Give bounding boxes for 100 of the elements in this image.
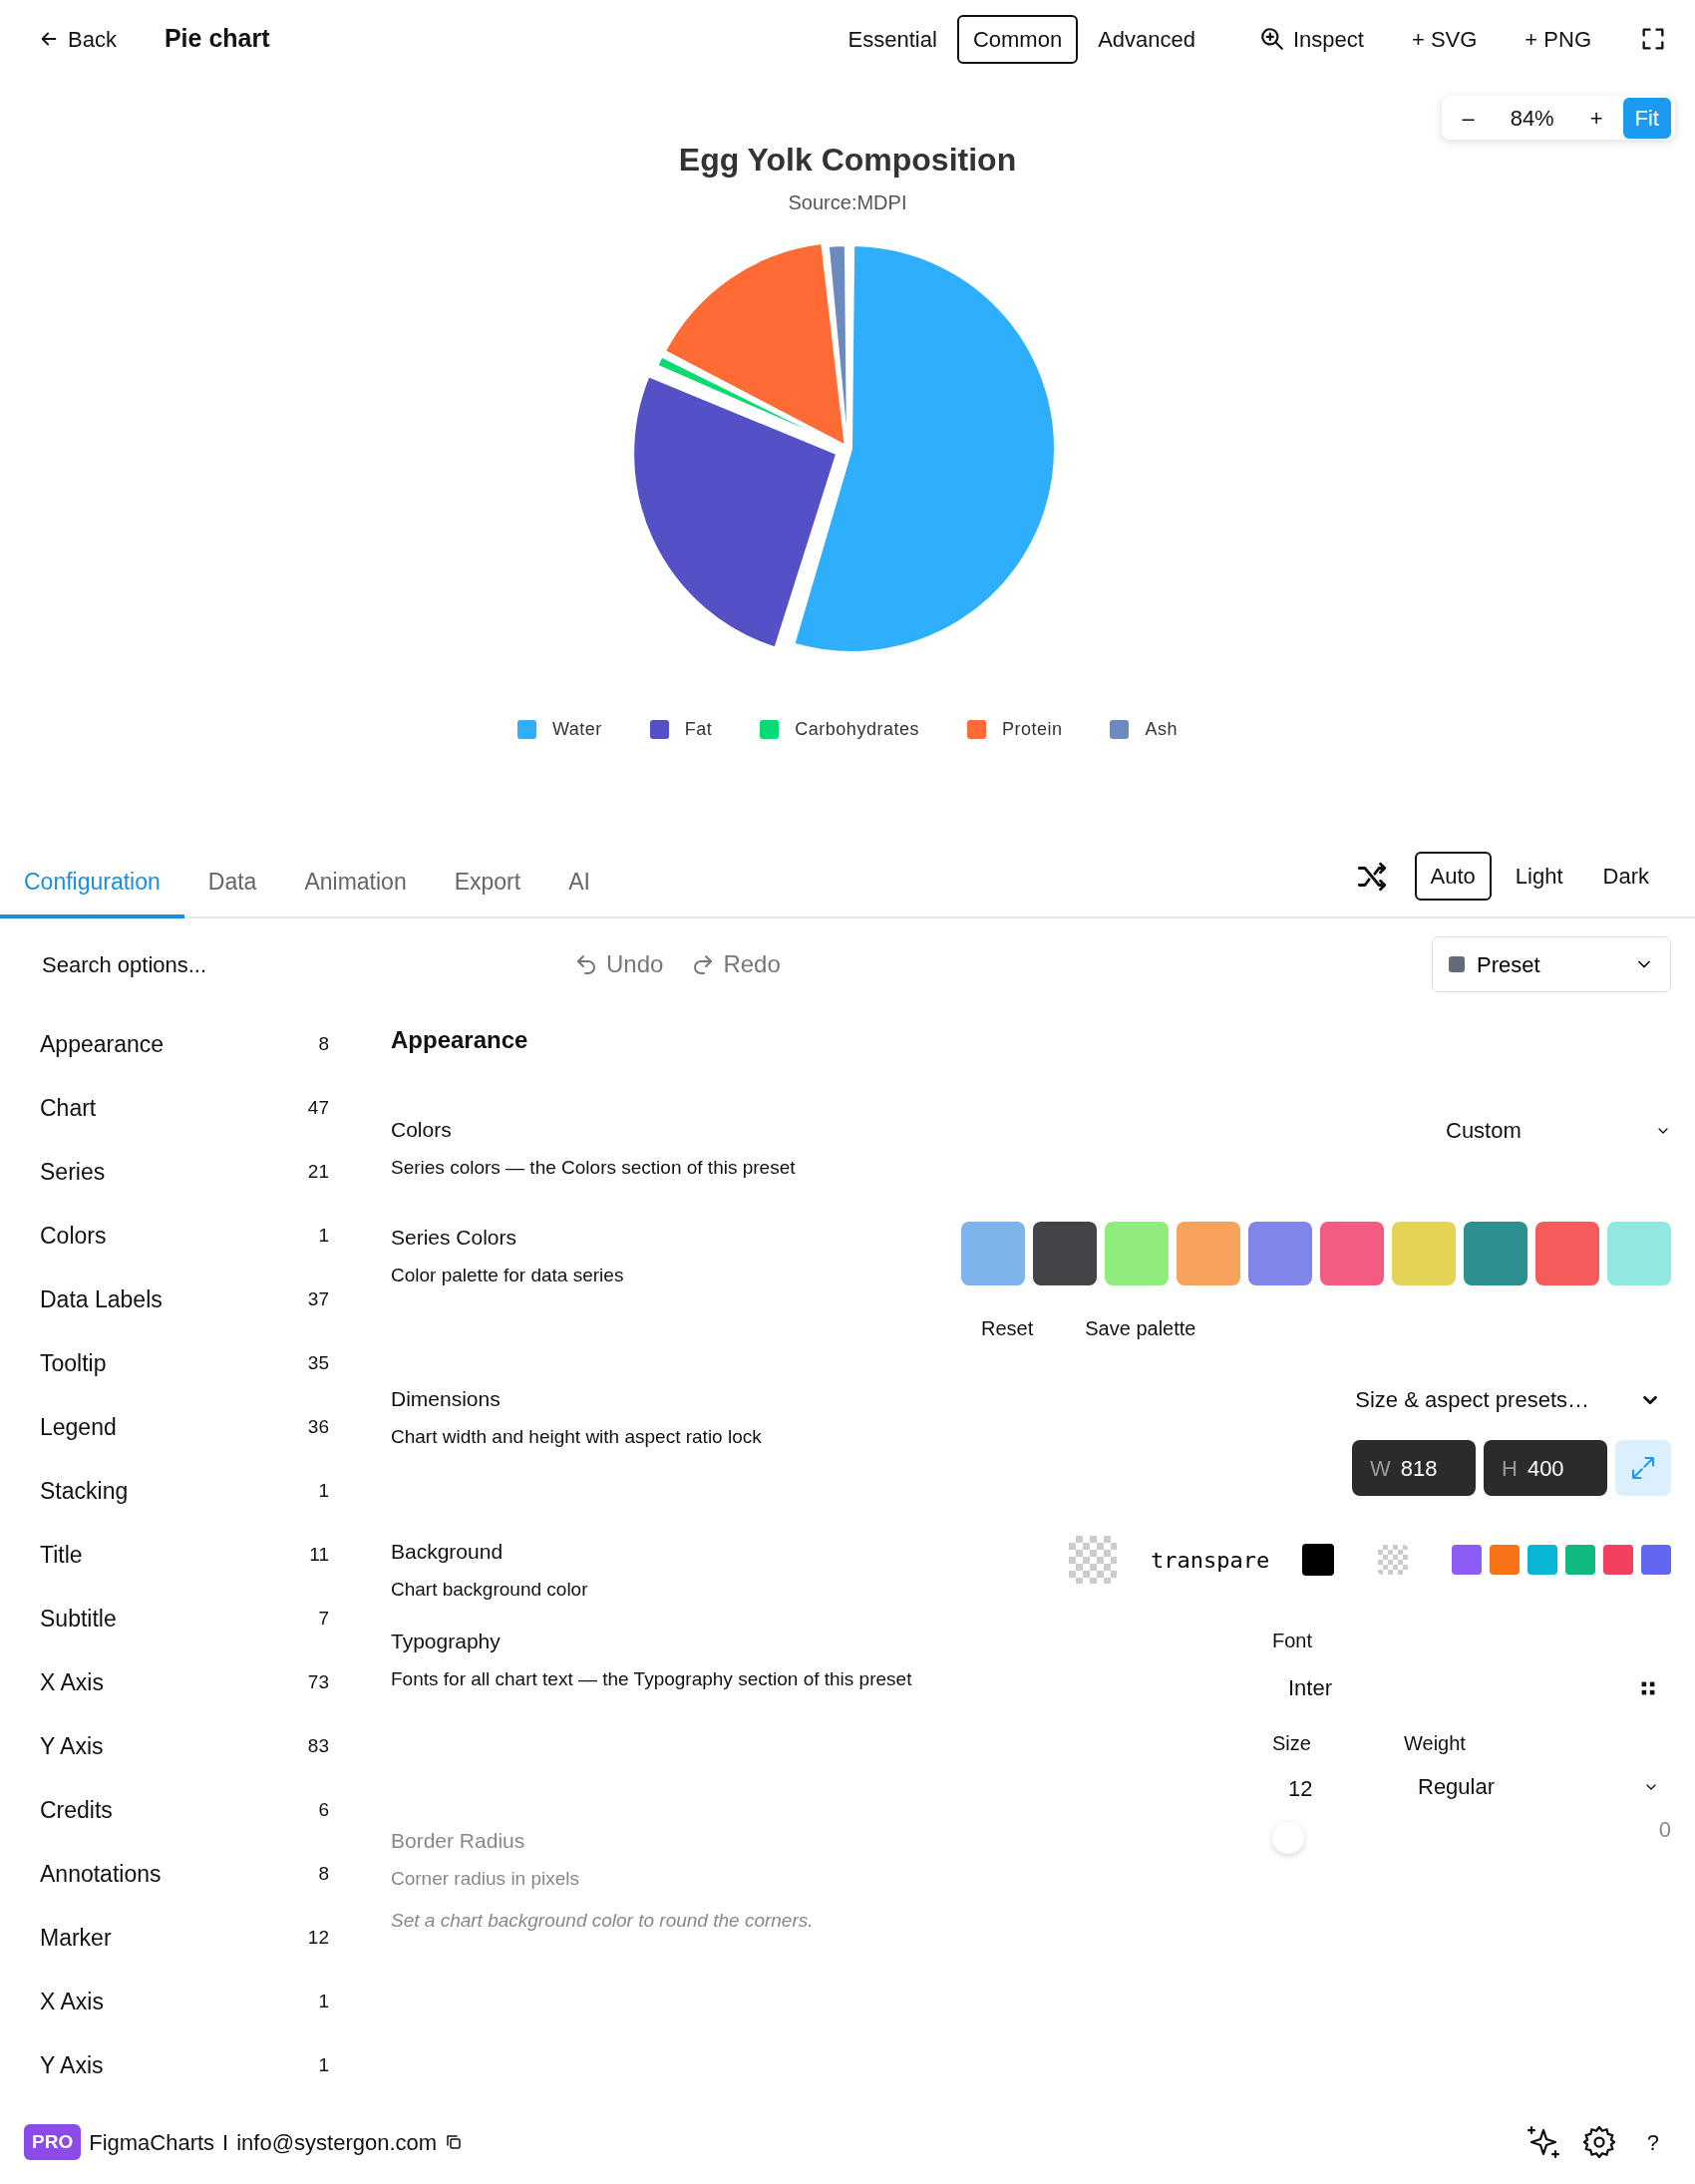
copy-icon[interactable] bbox=[445, 2133, 464, 2151]
setting-note: Set a chart background color to round the corners. bbox=[391, 1909, 814, 1933]
legend-label[interactable]: Carbohydrates bbox=[795, 716, 919, 743]
mode-tab[interactable]: Essential bbox=[832, 14, 953, 64]
aspect-lock-button[interactable] bbox=[1615, 1440, 1671, 1496]
setting-label: Background bbox=[391, 1539, 505, 1565]
zoom-in-icon bbox=[1259, 26, 1285, 52]
zoom-value: 84% bbox=[1509, 104, 1555, 133]
item-count: 8 bbox=[318, 1861, 329, 1886]
legend-label[interactable]: Ash bbox=[1145, 716, 1178, 743]
sidebar-item[interactable]: Credits 6 bbox=[40, 1778, 329, 1842]
mode-tab[interactable]: Common bbox=[956, 14, 1079, 64]
email-link[interactable]: info@systergon.com bbox=[236, 2125, 438, 2159]
sidebar-item[interactable]: Appearance 8 bbox=[40, 1012, 329, 1076]
color-swatch[interactable] bbox=[1033, 1222, 1097, 1285]
back-button[interactable]: Back bbox=[38, 22, 117, 56]
sidebar-item[interactable]: Y Axis 83 bbox=[40, 1714, 329, 1778]
help-button[interactable]: ? bbox=[1646, 2125, 1659, 2159]
setting-label: Border Radius bbox=[391, 1828, 526, 1854]
weight-dropdown[interactable]: Regular bbox=[1404, 1770, 1671, 1803]
palette-button[interactable]: Reset bbox=[981, 1313, 1034, 1343]
inspect-button[interactable]: Inspect bbox=[1259, 22, 1364, 56]
item-count: 47 bbox=[307, 1095, 329, 1120]
height-field[interactable]: H 400 bbox=[1484, 1440, 1607, 1496]
color-swatch[interactable] bbox=[1603, 1545, 1633, 1575]
legend-label[interactable]: Fat bbox=[684, 716, 713, 743]
sparkles-icon[interactable] bbox=[1525, 2124, 1561, 2160]
setting-description: Fonts for all chart text — the Typography section of this preset bbox=[391, 1666, 912, 1691]
color-swatch[interactable] bbox=[1535, 1222, 1599, 1285]
separator-text: I bbox=[222, 2128, 229, 2157]
sidebar-item[interactable]: Legend 36 bbox=[40, 1395, 329, 1459]
sidebar-item[interactable]: Data Labels 37 bbox=[40, 1268, 329, 1331]
config-tab[interactable]: Data bbox=[183, 854, 281, 918]
export-button[interactable]: + SVG bbox=[1411, 22, 1478, 56]
undo-button[interactable]: Undo bbox=[568, 945, 670, 983]
sidebar-item[interactable]: Y Axis 1 bbox=[40, 2033, 329, 2097]
sidebar-item[interactable]: Chart 47 bbox=[40, 1076, 329, 1140]
settings-icon[interactable] bbox=[1580, 2124, 1617, 2160]
color-swatch[interactable] bbox=[1527, 1545, 1557, 1575]
item-count: 8 bbox=[318, 1031, 329, 1056]
item-count: 21 bbox=[307, 1159, 329, 1184]
item-count: 37 bbox=[307, 1286, 329, 1311]
color-swatch[interactable] bbox=[1302, 1544, 1334, 1576]
color-mode-dropdown[interactable]: Custom bbox=[1446, 1114, 1671, 1147]
redo-button[interactable]: Redo bbox=[685, 945, 787, 983]
setting-description: Series colors — the Colors section of this preset bbox=[391, 1155, 796, 1180]
field-label: Weight bbox=[1404, 1731, 1467, 1756]
width-field[interactable]: W 818 bbox=[1352, 1440, 1476, 1496]
color-swatch[interactable] bbox=[1248, 1222, 1312, 1285]
field-label: Font bbox=[1272, 1629, 1314, 1653]
color-swatch[interactable] bbox=[1452, 1545, 1482, 1575]
sidebar-item[interactable]: X Axis 1 bbox=[40, 1970, 329, 2033]
size-field[interactable]: 12 bbox=[1272, 1772, 1404, 1805]
color-swatch[interactable] bbox=[1641, 1545, 1671, 1575]
color-swatch[interactable] bbox=[1105, 1222, 1169, 1285]
setting-description: Corner radius in pixels bbox=[391, 1866, 581, 1891]
export-button[interactable]: + PNG bbox=[1525, 22, 1591, 56]
sidebar-item[interactable]: Subtitle 7 bbox=[40, 1587, 329, 1650]
undo-icon bbox=[574, 952, 598, 976]
sidebar-item[interactable]: Colors 1 bbox=[40, 1204, 329, 1268]
config-tab[interactable]: AI bbox=[544, 854, 614, 918]
color-swatch[interactable] bbox=[1177, 1222, 1240, 1285]
legend-label[interactable]: Water bbox=[552, 716, 602, 743]
setting-label: Series Colors bbox=[391, 1225, 518, 1251]
sidebar-item[interactable]: Annotations 8 bbox=[40, 1842, 329, 1906]
palette-button[interactable]: Save palette bbox=[1085, 1313, 1196, 1343]
color-swatch[interactable] bbox=[1392, 1222, 1456, 1285]
theme-toggle[interactable]: Light bbox=[1499, 852, 1579, 901]
item-count: 1 bbox=[318, 1478, 329, 1503]
item-count: 12 bbox=[307, 1925, 329, 1950]
legend-label[interactable]: Protein bbox=[1001, 716, 1063, 743]
sidebar-item[interactable]: Marker 12 bbox=[40, 1906, 329, 1970]
color-swatch[interactable] bbox=[1490, 1545, 1520, 1575]
color-swatch[interactable] bbox=[1320, 1222, 1384, 1285]
theme-toggle[interactable]: Auto bbox=[1414, 852, 1492, 901]
config-tab[interactable]: Animation bbox=[280, 854, 431, 918]
pro-badge: PRO bbox=[24, 2123, 82, 2161]
sidebar-item[interactable]: X Axis 73 bbox=[40, 1650, 329, 1714]
color-swatch[interactable] bbox=[961, 1222, 1025, 1285]
color-swatch[interactable] bbox=[1607, 1222, 1671, 1285]
sidebar-item[interactable]: Tooltip 35 bbox=[40, 1331, 329, 1395]
sidebar-item[interactable]: Stacking 1 bbox=[40, 1459, 329, 1523]
size-presets-dropdown[interactable]: Size & aspect presets… bbox=[1355, 1383, 1661, 1416]
zoom-in-button[interactable]: + bbox=[1573, 101, 1619, 135]
color-swatch[interactable] bbox=[1565, 1545, 1595, 1575]
item-count: 11 bbox=[309, 1542, 329, 1567]
color-swatch[interactable] bbox=[1464, 1222, 1527, 1285]
config-tab[interactable]: Export bbox=[430, 854, 545, 918]
item-count: 35 bbox=[307, 1350, 329, 1375]
font-picker[interactable]: Inter bbox=[1272, 1671, 1671, 1704]
sidebar-item[interactable]: Series 21 bbox=[40, 1140, 329, 1204]
zoom-out-button[interactable]: – bbox=[1446, 101, 1491, 135]
mode-tab[interactable]: Advanced bbox=[1082, 14, 1211, 64]
item-count: 1 bbox=[318, 1989, 329, 2013]
theme-toggle[interactable]: Dark bbox=[1586, 852, 1665, 901]
preset-dropdown[interactable]: Preset bbox=[1432, 936, 1671, 992]
page-title: Pie chart bbox=[164, 23, 270, 55]
item-count: 73 bbox=[307, 1669, 329, 1694]
transparent-swatch[interactable] bbox=[1378, 1545, 1408, 1575]
sidebar-item[interactable]: Title 11 bbox=[40, 1523, 329, 1587]
